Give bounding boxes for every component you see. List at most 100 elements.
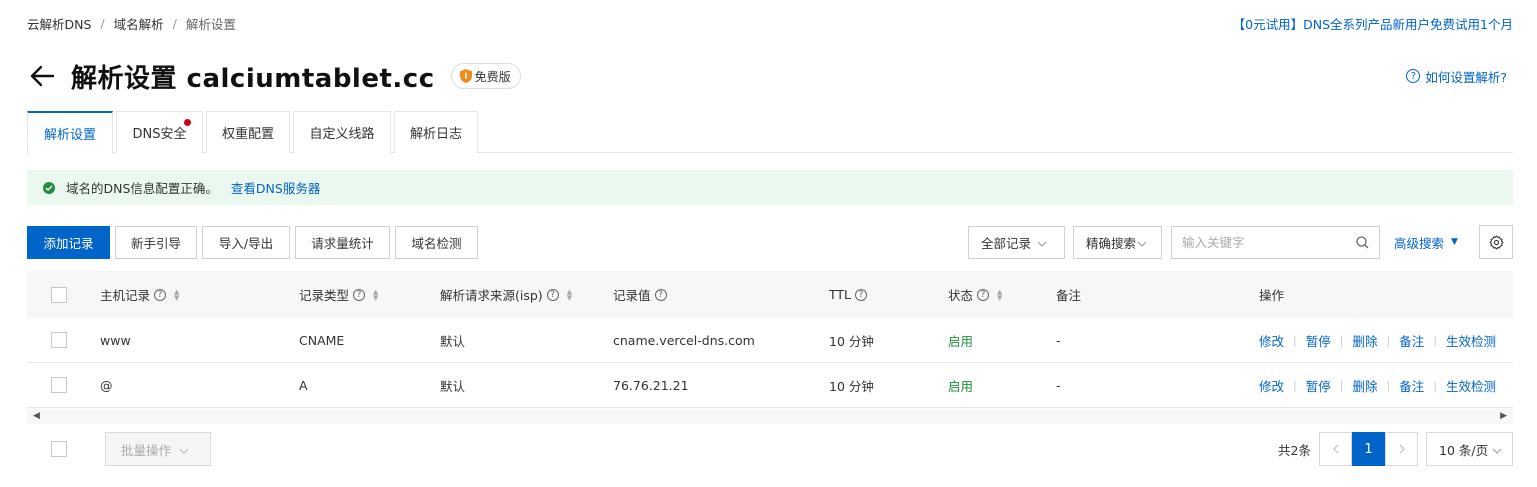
question-circle-icon[interactable]: ? [546, 288, 559, 301]
bulk-actions-label: 批量操作 [121, 442, 172, 458]
table-row: www CNAME 默认 cname.vercel-dns.com 10 分钟 … [27, 318, 1513, 363]
promo-link[interactable]: 【0元试用】DNS全系列产品新用户免费试用1个月 [1233, 14, 1513, 33]
check-circle-icon [43, 181, 55, 194]
page-size-select[interactable]: 10 条/页 [1426, 432, 1513, 466]
column-remark-label: 备注 [1056, 288, 1082, 303]
notification-dot [184, 119, 191, 126]
cell-ttl: 10 分钟 [829, 333, 874, 349]
sort-icon[interactable]: ▲ ▼ [174, 288, 179, 301]
tab-label: 自定义线路 [309, 127, 375, 142]
help-link[interactable]: ? 如何设置解析? [1406, 67, 1507, 86]
beginner-guide-button[interactable]: 新手引导 [115, 225, 197, 259]
question-circle-icon[interactable]: ? [977, 288, 990, 301]
question-circle-icon[interactable]: ? [855, 288, 868, 301]
row-actions: 修改 | 暂停 | 删除 | 备注 | 生效检测 [1259, 363, 1496, 407]
edit-link[interactable]: 修改 [1259, 376, 1284, 395]
dns-records-table: 主机记录 ? ▲ ▼ 记录类型 ? ▲ ▼ 解析请求来源(isp) ? ▲ ▼ 记录值… [27, 271, 1513, 408]
domain-check-button[interactable]: 域名检测 [395, 225, 478, 259]
prev-page-button[interactable] [1319, 432, 1352, 466]
tab-resolve-settings[interactable]: 解析设置 [27, 111, 113, 154]
sort-icon[interactable]: ▲ ▼ [567, 288, 572, 301]
record-filter-select[interactable]: 全部记录 [968, 225, 1065, 259]
row-checkbox[interactable] [51, 332, 67, 348]
keyword-search-input[interactable] [1182, 234, 1356, 250]
delete-link[interactable]: 删除 [1352, 331, 1377, 350]
tab-label: 解析设置 [43, 128, 96, 143]
scroll-right-arrow-icon[interactable]: ▶ [1500, 411, 1507, 421]
pause-link[interactable]: 暂停 [1306, 331, 1331, 350]
import-export-button[interactable]: 导入/导出 [202, 225, 290, 259]
column-value: 记录值 ? [613, 271, 667, 318]
chevron-down-icon [1037, 235, 1047, 250]
breadcrumb-item-domain[interactable]: 域名解析 [114, 14, 164, 33]
back-arrow-icon[interactable] [27, 61, 57, 91]
chevron-down-icon [1492, 442, 1502, 457]
sort-icon[interactable]: ▲ ▼ [997, 288, 1002, 301]
cell-status: 启用 [948, 333, 974, 349]
search-mode-select[interactable]: 精确搜索 [1073, 225, 1162, 259]
page-title: 解析设置 calciumtablet.cc [71, 63, 435, 94]
footer-select-all-checkbox[interactable] [51, 441, 67, 457]
tab-dns-security[interactable]: DNS安全 [116, 111, 203, 153]
remark-link[interactable]: 备注 [1399, 331, 1424, 350]
shield-icon [459, 69, 472, 83]
table-settings-button[interactable] [1479, 225, 1513, 259]
verify-link[interactable]: 生效检测 [1446, 376, 1496, 395]
tab-label: 权重配置 [221, 127, 274, 142]
remark-link[interactable]: 备注 [1399, 376, 1424, 395]
verify-link[interactable]: 生效检测 [1446, 331, 1496, 350]
advanced-search-toggle[interactable]: 高级搜索 ▼ [1394, 233, 1458, 252]
cell-type: CNAME [299, 332, 345, 348]
column-type-label: 记录类型 [299, 288, 350, 303]
page-button-current[interactable]: 1 [1352, 432, 1385, 466]
top-bar: 云解析DNS / 域名解析 / 解析设置 【0元试用】DNS全系列产品新用户免费… [27, 14, 1513, 32]
question-circle-icon[interactable]: ? [353, 288, 366, 301]
add-record-button[interactable]: 添加记录 [27, 225, 110, 259]
next-page-button[interactable] [1385, 432, 1418, 466]
question-circle-icon[interactable]: ? [154, 288, 167, 301]
row-checkbox[interactable] [51, 377, 67, 393]
tab-custom-line[interactable]: 自定义线路 [293, 111, 391, 153]
question-circle-icon[interactable]: ? [654, 288, 667, 301]
column-ttl-label: TTL [829, 287, 852, 302]
column-ops: 操作 [1259, 271, 1284, 318]
select-all-checkbox[interactable] [51, 286, 67, 303]
column-host: 主机记录 ? ▲ ▼ [100, 271, 179, 318]
pause-link[interactable]: 暂停 [1306, 376, 1331, 395]
tab-resolve-log[interactable]: 解析日志 [394, 111, 478, 153]
edit-link[interactable]: 修改 [1259, 331, 1284, 350]
sort-icon[interactable]: ▲ ▼ [373, 288, 378, 301]
divider: | [1433, 378, 1437, 392]
horizontal-scrollbar[interactable]: ◀ ▶ [27, 409, 1513, 424]
bulk-actions-select[interactable]: 批量操作 [105, 432, 211, 466]
record-filter-value: 全部记录 [981, 235, 1032, 251]
cell-value: cname.vercel-dns.com [613, 332, 755, 348]
breadcrumb-item-current: 解析设置 [185, 16, 236, 32]
column-type: 记录类型 ? ▲ ▼ [299, 271, 378, 318]
scroll-left-arrow-icon[interactable]: ◀ [33, 411, 40, 421]
table-header: 主机记录 ? ▲ ▼ 记录类型 ? ▲ ▼ 解析请求来源(isp) ? ▲ ▼ 记录值… [27, 271, 1513, 318]
total-count: 共2条 [1278, 442, 1311, 458]
plan-badge-label: 免费版 [474, 69, 511, 84]
search-icon[interactable] [1356, 235, 1369, 249]
page-header: 解析设置 calciumtablet.cc 免费版 ? 如何设置解析? [27, 58, 1507, 94]
tab-label: 解析日志 [409, 127, 462, 142]
breadcrumb: 云解析DNS / 域名解析 / 解析设置 [27, 14, 236, 33]
keyword-search [1171, 225, 1380, 259]
cell-host: www [100, 332, 131, 348]
breadcrumb-item-dns[interactable]: 云解析DNS [27, 14, 91, 33]
gear-icon [1488, 234, 1504, 250]
tab-bar: 解析设置 DNS安全 权重配置 自定义线路 解析日志 [27, 111, 1513, 154]
chevron-down-icon [179, 442, 189, 457]
request-stats-button[interactable]: 请求量统计 [295, 225, 390, 259]
row-select-cell [51, 363, 67, 407]
caret-down-icon: ▼ [1451, 237, 1458, 247]
divider: | [1293, 378, 1297, 392]
delete-link[interactable]: 删除 [1352, 376, 1377, 395]
cell-value: 76.76.21.21 [613, 377, 689, 393]
table-row: @ A 默认 76.76.21.21 10 分钟 启用 - 修改 | 暂停 | 删除… [27, 363, 1513, 408]
view-dns-servers-link[interactable]: 查看DNS服务器 [231, 178, 320, 197]
tab-weight-config[interactable]: 权重配置 [206, 111, 290, 153]
divider: | [1433, 333, 1437, 347]
search-mode-value: 精确搜索 [1086, 235, 1137, 251]
